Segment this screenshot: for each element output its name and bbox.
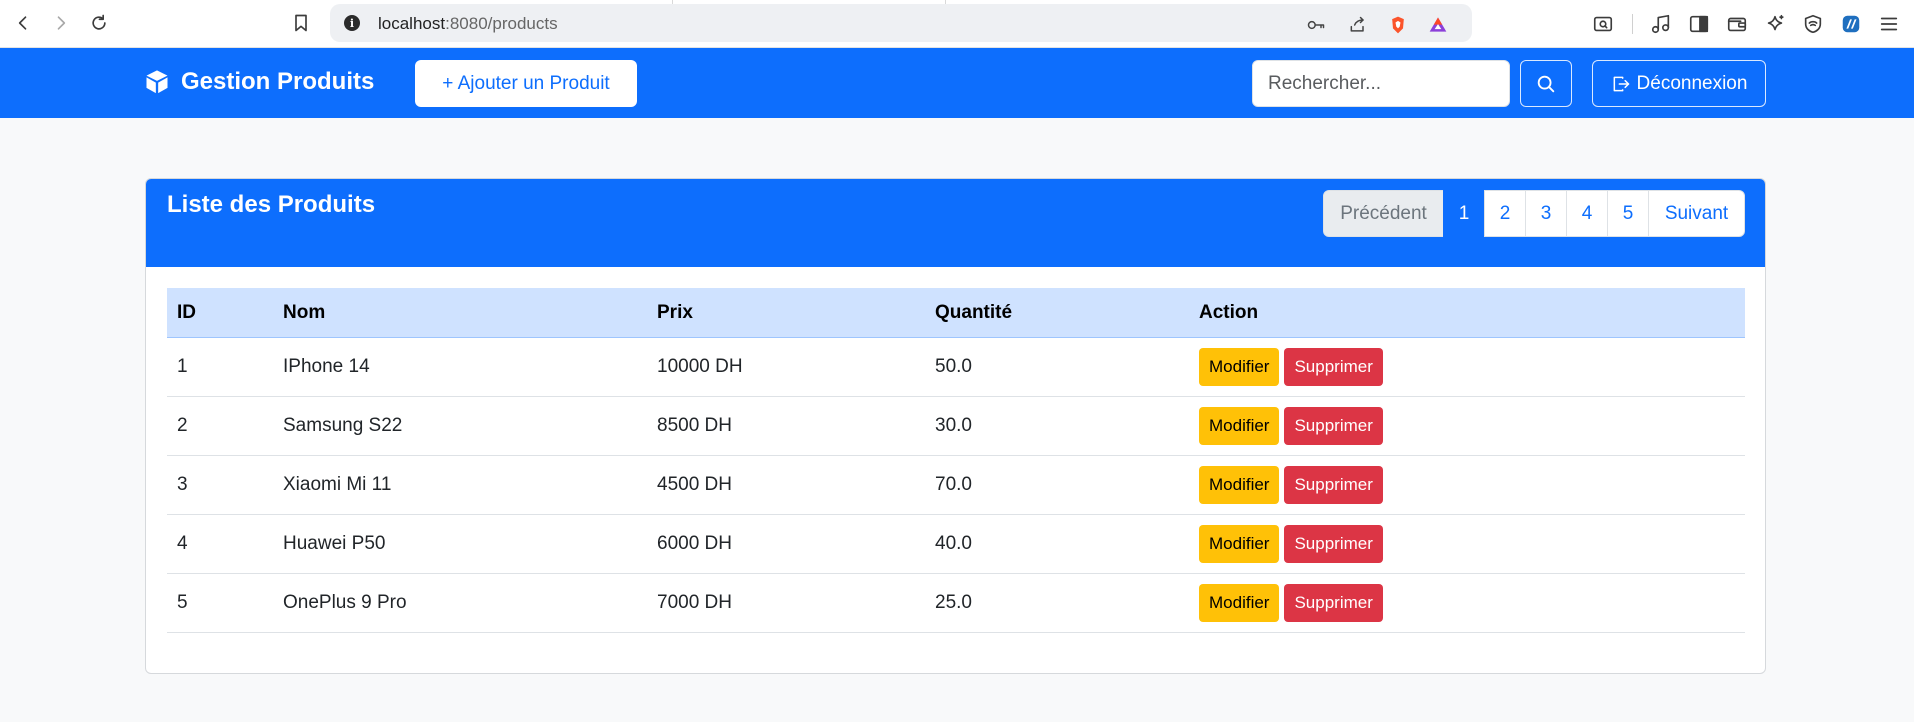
delete-button[interactable]: Supprimer — [1284, 466, 1383, 504]
delete-button[interactable]: Supprimer — [1284, 407, 1383, 445]
cell-quantite: 30.0 — [935, 415, 972, 436]
wallet-icon[interactable] — [1724, 11, 1750, 37]
cell-id: 1 — [177, 356, 188, 377]
table-row: 2 Samsung S22 8500 DH 30.0 Modifier Supp… — [167, 397, 1745, 456]
pagination: Précédent 1 2 3 4 5 Suivant — [1323, 190, 1745, 237]
address-bar[interactable]: i localhost:8080/products — [330, 4, 1472, 42]
table-row: 3 Xiaomi Mi 11 4500 DH 70.0 Modifier Sup… — [167, 456, 1745, 515]
cell-prix: 8500 DH — [657, 415, 732, 436]
brand-title: Gestion Produits — [181, 68, 375, 95]
cell-actions: Modifier Supprimer — [1189, 407, 1745, 445]
header-action: Action — [1199, 301, 1259, 323]
extension-icon[interactable] — [1838, 11, 1864, 37]
cell-id: 2 — [177, 415, 188, 436]
cell-quantite: 70.0 — [935, 474, 972, 495]
cell-actions: Modifier Supprimer — [1189, 466, 1745, 504]
url-text[interactable]: localhost:8080/products — [378, 14, 558, 34]
add-product-button[interactable]: + Ajouter un Produit — [415, 60, 637, 107]
brave-rewards-icon[interactable] — [1426, 13, 1450, 37]
delete-button[interactable]: Supprimer — [1284, 348, 1383, 386]
cell-actions: Modifier Supprimer — [1189, 348, 1745, 386]
app-navbar: Gestion Produits + Ajouter un Produit Dé… — [0, 48, 1914, 118]
box-icon — [146, 70, 168, 94]
back-icon[interactable] — [8, 8, 38, 38]
search-input[interactable] — [1252, 60, 1510, 107]
header-quantite: Quantité — [935, 301, 1013, 323]
cell-nom: OnePlus 9 Pro — [283, 592, 407, 613]
leo-ai-icon[interactable] — [1762, 11, 1788, 37]
card-header: Liste des Produits Précédent 1 2 3 4 5 S… — [146, 179, 1765, 267]
pagination-page-4[interactable]: 4 — [1566, 190, 1608, 237]
cell-prix: 6000 DH — [657, 533, 732, 554]
browser-toolbar: i localhost:8080/products — [0, 0, 1914, 48]
menu-icon[interactable] — [1876, 11, 1902, 37]
brand-link[interactable]: Gestion Produits — [143, 68, 374, 96]
bookmark-icon[interactable] — [286, 8, 316, 38]
table-row: 4 Huawei P50 6000 DH 40.0 Modifier Suppr… — [167, 515, 1745, 574]
card-title: Liste des Produits — [167, 191, 376, 218]
site-info-icon[interactable]: i — [344, 15, 360, 31]
cell-quantite: 40.0 — [935, 533, 972, 554]
toolbar-divider — [1632, 14, 1633, 34]
forward-icon[interactable] — [46, 8, 76, 38]
cell-nom: Huawei P50 — [283, 533, 386, 554]
edit-button[interactable]: Modifier — [1199, 348, 1280, 386]
cell-prix: 7000 DH — [657, 592, 732, 613]
products-card: Liste des Produits Précédent 1 2 3 4 5 S… — [145, 178, 1766, 674]
key-icon[interactable] — [1304, 13, 1328, 37]
brave-shield-icon[interactable] — [1386, 13, 1410, 37]
pagination-page-2[interactable]: 2 — [1484, 190, 1526, 237]
header-id: ID — [177, 301, 196, 323]
vpn-icon[interactable] — [1800, 11, 1826, 37]
edit-button[interactable]: Modifier — [1199, 584, 1280, 622]
delete-button[interactable]: Supprimer — [1284, 525, 1383, 563]
pagination-page-3[interactable]: 3 — [1525, 190, 1567, 237]
cell-prix: 10000 DH — [657, 356, 743, 377]
cell-nom: Xiaomi Mi 11 — [283, 474, 392, 495]
delete-button[interactable]: Supprimer — [1284, 584, 1383, 622]
table-row: 1 IPhone 14 10000 DH 50.0 Modifier Suppr… — [167, 338, 1745, 397]
logout-button[interactable]: Déconnexion — [1592, 60, 1766, 107]
pagination-page-1[interactable]: 1 — [1443, 190, 1485, 237]
pagination-page-5[interactable]: 5 — [1607, 190, 1649, 237]
cell-nom: IPhone 14 — [283, 356, 370, 377]
share-icon[interactable] — [1346, 13, 1370, 37]
search-icon — [1537, 75, 1555, 92]
cell-prix: 4500 DH — [657, 474, 732, 495]
edit-button[interactable]: Modifier — [1199, 407, 1280, 445]
edit-button[interactable]: Modifier — [1199, 525, 1280, 563]
cell-id: 5 — [177, 592, 188, 613]
pagination-previous[interactable]: Précédent — [1323, 190, 1444, 237]
cell-id: 3 — [177, 474, 188, 495]
edit-button[interactable]: Modifier — [1199, 466, 1280, 504]
table-row: 5 OnePlus 9 Pro 7000 DH 25.0 Modifier Su… — [167, 574, 1745, 633]
cell-id: 4 — [177, 533, 188, 554]
search-button[interactable] — [1520, 60, 1572, 107]
cell-quantite: 25.0 — [935, 592, 972, 613]
cell-actions: Modifier Supprimer — [1189, 525, 1745, 563]
table-header: ID Nom Prix Quantité Action — [167, 288, 1745, 338]
cell-actions: Modifier Supprimer — [1189, 584, 1745, 622]
cell-quantite: 50.0 — [935, 356, 972, 377]
cell-nom: Samsung S22 — [283, 415, 403, 436]
logout-icon — [1613, 76, 1629, 91]
header-prix: Prix — [657, 301, 693, 323]
logout-label: Déconnexion — [1636, 72, 1748, 94]
products-table: ID Nom Prix Quantité Action 1 IPhone 14 … — [167, 288, 1745, 633]
pagination-next[interactable]: Suivant — [1648, 190, 1745, 237]
media-icon[interactable] — [1648, 11, 1674, 37]
reload-icon[interactable] — [84, 8, 114, 38]
reader-mode-icon[interactable] — [1590, 11, 1616, 37]
header-nom: Nom — [283, 301, 326, 323]
sidebar-icon[interactable] — [1686, 11, 1712, 37]
